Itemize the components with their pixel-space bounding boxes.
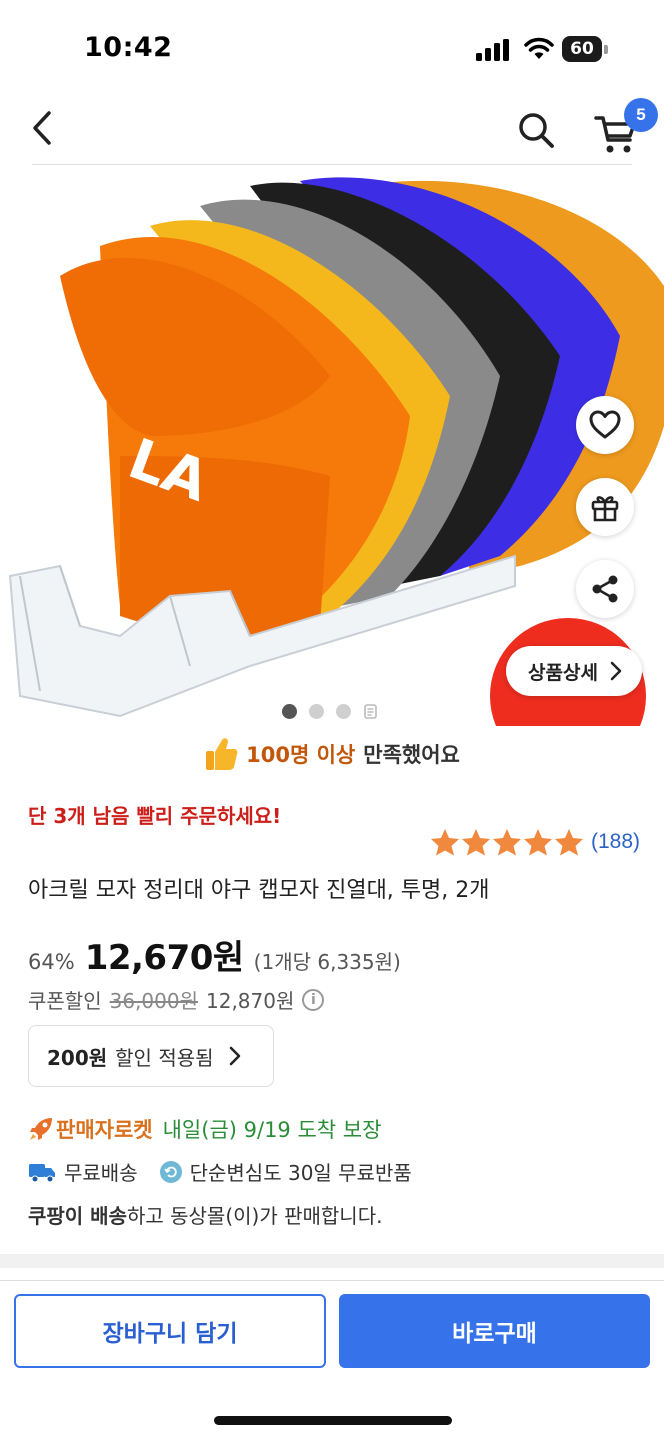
battery-icon: 60: [562, 36, 608, 62]
original-price: 36,000원: [109, 989, 198, 1013]
chevron-left-icon: [33, 111, 51, 145]
satisfaction-count: 100명 이상: [246, 743, 356, 767]
cart-count-badge: 5: [624, 98, 658, 132]
chevron-right-icon: [610, 661, 622, 681]
final-price: 12,670원: [84, 938, 244, 978]
search-button[interactable]: [512, 106, 560, 154]
delivery-by-coupang: 쿠팡이 배송: [28, 1204, 127, 1228]
home-indicator: [214, 1416, 452, 1425]
section-divider: [0, 1254, 664, 1268]
price-row: 64% 12,670원 (1개당 6,335원): [28, 930, 401, 979]
gift-button[interactable]: [576, 478, 634, 536]
pagination-dot-3[interactable]: [336, 704, 351, 719]
coupon-status: 할인 적용됨: [115, 1045, 214, 1070]
coupon-price-row: 쿠폰할인 36,000원 12,870원 i: [28, 985, 325, 1014]
satisfaction-text: 만족했어요: [363, 743, 460, 767]
coupon-applied-button[interactable]: 200원 할인 적용됨: [28, 1025, 274, 1087]
free-shipping-label: 무료배송: [64, 1161, 138, 1185]
product-image: LA: [8, 177, 664, 726]
rating[interactable]: (188): [430, 828, 640, 856]
rocket-icon: [30, 1118, 52, 1140]
review-count[interactable]: (188): [591, 830, 640, 854]
chevron-right-icon: [229, 1046, 240, 1066]
cart-button[interactable]: 5: [590, 98, 658, 156]
product-title: 아크릴 모자 정리대 야구 캡모자 진열대, 투명, 2개: [28, 878, 490, 903]
share-icon: [592, 575, 618, 603]
nav-divider: [32, 164, 632, 165]
wishlist-button[interactable]: [576, 396, 634, 454]
buy-now-button[interactable]: 바로구매: [339, 1294, 650, 1368]
battery-level: 60: [562, 36, 602, 62]
search-icon: [519, 113, 554, 148]
bottom-bar-divider: [0, 1280, 664, 1281]
delivery-info: 판매자로켓 내일(금) 9/19 도착 보장: [28, 1114, 381, 1144]
satisfaction-banner: 100명 이상 만족했어요: [0, 730, 664, 778]
pagination-dot-1[interactable]: [282, 704, 297, 719]
share-button[interactable]: [576, 560, 634, 618]
coupon-amount: 200원: [47, 1045, 108, 1070]
status-bar: 10:42 60: [0, 0, 664, 96]
gallery-pagination: [282, 704, 378, 719]
star-icon: [524, 829, 552, 856]
stock-warning: 단 3개 남음 빨리 주문하세요!: [28, 804, 282, 828]
seller-info: 쿠팡이 배송하고 동상몰(이)가 판매합니다.: [28, 1200, 382, 1229]
pagination-dot-2[interactable]: [309, 704, 324, 719]
product-detail-label: 상품상세: [528, 661, 598, 684]
thumbs-up-icon: [206, 738, 238, 770]
free-return-label: 단순변심도 30일 무료반품: [189, 1161, 412, 1185]
price-before-coupon: 12,870원: [206, 989, 295, 1013]
truck-icon: [29, 1163, 55, 1182]
arrival-guarantee: 내일(금) 9/19 도착 보장: [162, 1118, 382, 1142]
star-icon: [431, 829, 459, 856]
heart-icon: [589, 410, 621, 439]
benefits-row: 무료배송 단순변심도 30일 무료반품: [28, 1157, 412, 1186]
star-icon: [462, 829, 490, 856]
gift-icon: [591, 496, 619, 522]
star-icon: [555, 829, 583, 856]
seller-rocket-label: 판매자로켓: [56, 1118, 153, 1142]
unit-price: (1개당 6,335원): [253, 950, 401, 974]
add-to-cart-button[interactable]: 장바구니 담기: [14, 1294, 326, 1368]
star-icon: [493, 829, 521, 856]
seller-description: 하고 동상몰(이)가 판매합니다.: [126, 1204, 383, 1228]
back-button[interactable]: [20, 106, 64, 150]
info-icon[interactable]: i: [302, 988, 325, 1011]
top-navigation: 5: [0, 96, 664, 166]
cellular-signal-icon: [476, 39, 509, 61]
discount-rate: 64%: [28, 950, 75, 974]
product-detail-button[interactable]: 상품상세: [506, 646, 642, 696]
coupon-label: 쿠폰할인: [28, 989, 102, 1013]
status-time: 10:42: [84, 32, 173, 63]
return-icon: [159, 1160, 182, 1183]
product-image-gallery[interactable]: LA 상품상세: [0, 166, 664, 726]
wifi-icon: [524, 37, 554, 59]
detail-page-indicator-icon[interactable]: [363, 704, 378, 719]
